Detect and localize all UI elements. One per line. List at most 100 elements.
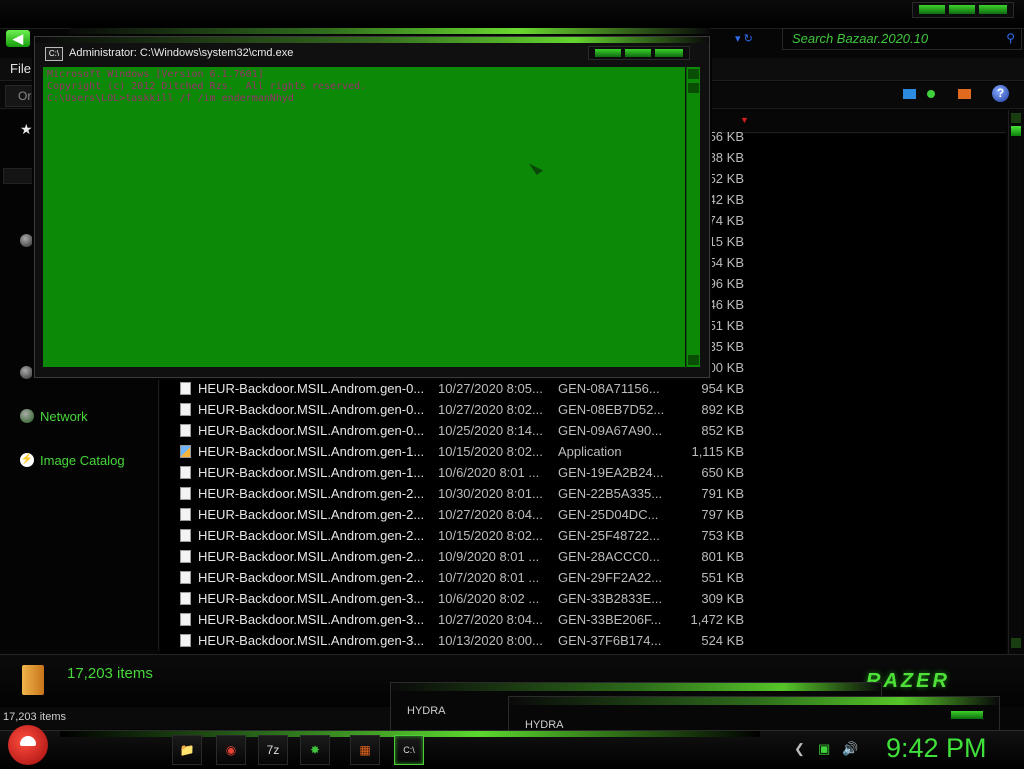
scroll-up-arrow[interactable] — [1011, 113, 1021, 123]
file-date: 10/6/2020 8:01 ... — [438, 465, 540, 480]
taskbar-7zip-icon[interactable]: 7z — [258, 735, 288, 765]
hydra-title-glow — [509, 697, 999, 705]
cmd-icon: C:\ — [45, 47, 63, 61]
nav-label-image-catalog: Image Catalog — [40, 452, 125, 468]
file-name: HEUR-Backdoor.MSIL.Androm.gen-1... — [198, 465, 425, 480]
computer-icon[interactable] — [20, 366, 33, 379]
console-scroll-down[interactable] — [688, 355, 699, 365]
file-size: 791 KB — [701, 486, 744, 501]
start-button[interactable] — [8, 725, 48, 765]
hydra-window-2[interactable]: HYDRA — [508, 696, 1000, 732]
file-size: 797 KB — [701, 507, 744, 522]
file-name: HEUR-Backdoor.MSIL.Androm.gen-3... — [198, 591, 425, 606]
table-row[interactable]: HEUR-Backdoor.MSIL.Androm.gen-1... 10/15/… — [160, 441, 1006, 462]
file-date: 10/27/2020 8:04... — [438, 507, 543, 522]
file-date: 10/27/2020 8:04... — [438, 612, 543, 627]
table-row[interactable]: HEUR-Backdoor.MSIL.Androm.gen-2... 10/15/… — [160, 525, 1006, 546]
explorer-window-controls[interactable] — [912, 2, 1014, 18]
cmd-title-glow — [35, 37, 709, 43]
file-icon — [180, 571, 191, 584]
address-dropdown[interactable]: ▾ ↻ — [735, 30, 775, 48]
console-scrollbar[interactable] — [686, 67, 700, 367]
cmd-window[interactable]: C:\ Administrator: C:\Windows\system32\c… — [34, 36, 710, 378]
cmd-maximize-button[interactable] — [625, 49, 651, 57]
file-icon — [180, 592, 191, 605]
file-type: Application — [558, 444, 622, 459]
homegroup-icon[interactable] — [20, 234, 33, 247]
file-date: 10/7/2020 8:01 ... — [438, 570, 540, 585]
file-date: 10/13/2020 8:00... — [438, 633, 543, 648]
taskbar-chrome-icon[interactable]: ◉ — [216, 735, 246, 765]
file-name: HEUR-Backdoor.MSIL.Androm.gen-3... — [198, 633, 425, 648]
table-row[interactable]: HEUR-Backdoor.MSIL.Androm.gen-1... 10/6/2… — [160, 462, 1006, 483]
table-row[interactable]: HEUR-Backdoor.MSIL.Androm.gen-0... 10/27/… — [160, 378, 1006, 399]
hydra-close-button[interactable] — [951, 711, 983, 719]
search-icon[interactable]: ⚲ — [1006, 31, 1015, 45]
help-icon[interactable]: ? — [992, 85, 1009, 102]
table-row[interactable]: HEUR-Backdoor.MSIL.Androm.gen-2... 10/7/2… — [160, 567, 1006, 588]
file-name: HEUR-Backdoor.MSIL.Androm.gen-0... — [198, 381, 425, 396]
console-line: Copyright (c) 2012 Ditched Rzs. All righ… — [47, 81, 367, 92]
file-icon — [180, 508, 191, 521]
minimize-button[interactable] — [919, 5, 945, 14]
file-date: 10/15/2020 8:02... — [438, 528, 543, 543]
file-size: 801 KB — [701, 549, 744, 564]
nav-item-image-catalog[interactable]: ⚡ Image Catalog — [20, 450, 125, 470]
console-line: C:\Users\LOL>taskkill /f /im endermanNhy… — [47, 93, 294, 104]
views-icon[interactable] — [903, 89, 916, 99]
console-scroll-up[interactable] — [688, 69, 699, 79]
preview-icon[interactable] — [927, 90, 935, 98]
console-line: Microsoft Windows [Version 6.1.7601] — [47, 69, 264, 80]
file-size: 650 KB — [701, 465, 744, 480]
pane-icon[interactable] — [958, 89, 971, 99]
console-scroll-thumb[interactable] — [688, 83, 699, 93]
file-size: 852 KB — [701, 423, 744, 438]
taskbar-explorer-icon[interactable]: 📁 — [172, 735, 202, 765]
scroll-thumb[interactable] — [1011, 126, 1021, 136]
cmd-title: Administrator: C:\Windows\system32\cmd.e… — [69, 47, 294, 59]
file-name: HEUR-Backdoor.MSIL.Androm.gen-3... — [198, 612, 425, 627]
table-row[interactable]: HEUR-Backdoor.MSIL.Androm.gen-0... 10/25/… — [160, 420, 1006, 441]
cmd-window-controls[interactable] — [588, 46, 690, 60]
nav-label-network: Network — [40, 408, 88, 424]
maximize-button[interactable] — [949, 5, 975, 14]
table-row[interactable]: HEUR-Backdoor.MSIL.Androm.gen-3... 10/27/… — [160, 609, 1006, 630]
volume-icon[interactable]: 🔊 — [842, 741, 858, 757]
file-date: 10/25/2020 8:14... — [438, 423, 543, 438]
taskbar-malware-icon[interactable]: ▦ — [350, 735, 380, 765]
table-row[interactable]: HEUR-Backdoor.MSIL.Androm.gen-0... 10/27/… — [160, 399, 1006, 420]
file-icon — [180, 613, 191, 626]
table-row[interactable]: HEUR-Backdoor.MSIL.Androm.gen-2... 10/9/2… — [160, 546, 1006, 567]
table-row[interactable]: HEUR-Backdoor.MSIL.Androm.gen-3... 10/6/2… — [160, 588, 1006, 609]
table-row[interactable]: HEUR-Backdoor.MSIL.Androm.gen-3... 10/13/… — [160, 630, 1006, 651]
action-center-icon[interactable]: ▣ — [818, 741, 830, 757]
title-glow — [70, 28, 710, 34]
hydra-title: HYDRA — [407, 705, 446, 717]
taskbar-hydra-icon[interactable]: ✸ — [300, 735, 330, 765]
image-catalog-icon: ⚡ — [20, 453, 34, 467]
cmd-close-button[interactable] — [655, 49, 683, 57]
sort-arrow-icon[interactable]: ▼ — [740, 115, 749, 125]
close-button[interactable] — [979, 5, 1007, 14]
file-icon — [180, 424, 191, 437]
menu-file[interactable]: File — [10, 61, 31, 76]
tray-expand-icon[interactable]: ❮ — [794, 741, 805, 757]
table-row[interactable]: HEUR-Backdoor.MSIL.Androm.gen-2... 10/27/… — [160, 504, 1006, 525]
vertical-scrollbar[interactable] — [1008, 110, 1023, 654]
taskbar-clock[interactable]: 9:42 PM — [886, 733, 987, 764]
console-output[interactable]: Microsoft Windows [Version 6.1.7601] Copy… — [43, 67, 685, 367]
search-input[interactable]: Search Bazaar.2020.10 ⚲ — [782, 28, 1022, 50]
back-button[interactable]: ◀ — [6, 30, 30, 47]
file-name: HEUR-Backdoor.MSIL.Androm.gen-0... — [198, 402, 425, 417]
favorites-star-icon[interactable]: ★ — [20, 121, 33, 138]
table-row[interactable]: HEUR-Backdoor.MSIL.Androm.gen-2... 10/30/… — [160, 483, 1006, 504]
explorer-title-bar — [0, 0, 1024, 29]
nav-item-network[interactable]: Network — [20, 406, 88, 426]
cmd-minimize-button[interactable] — [595, 49, 621, 57]
search-placeholder: Search Bazaar.2020.10 — [792, 31, 929, 46]
taskbar: 📁 ◉ 7z ✸ ▦ C:\ ❮ ▣ 🔊 9:42 PM — [0, 725, 1024, 769]
taskbar-cmd-icon[interactable]: C:\ — [394, 735, 424, 765]
scroll-down-arrow[interactable] — [1011, 638, 1021, 648]
file-icon — [180, 529, 191, 542]
file-icon — [180, 550, 191, 563]
